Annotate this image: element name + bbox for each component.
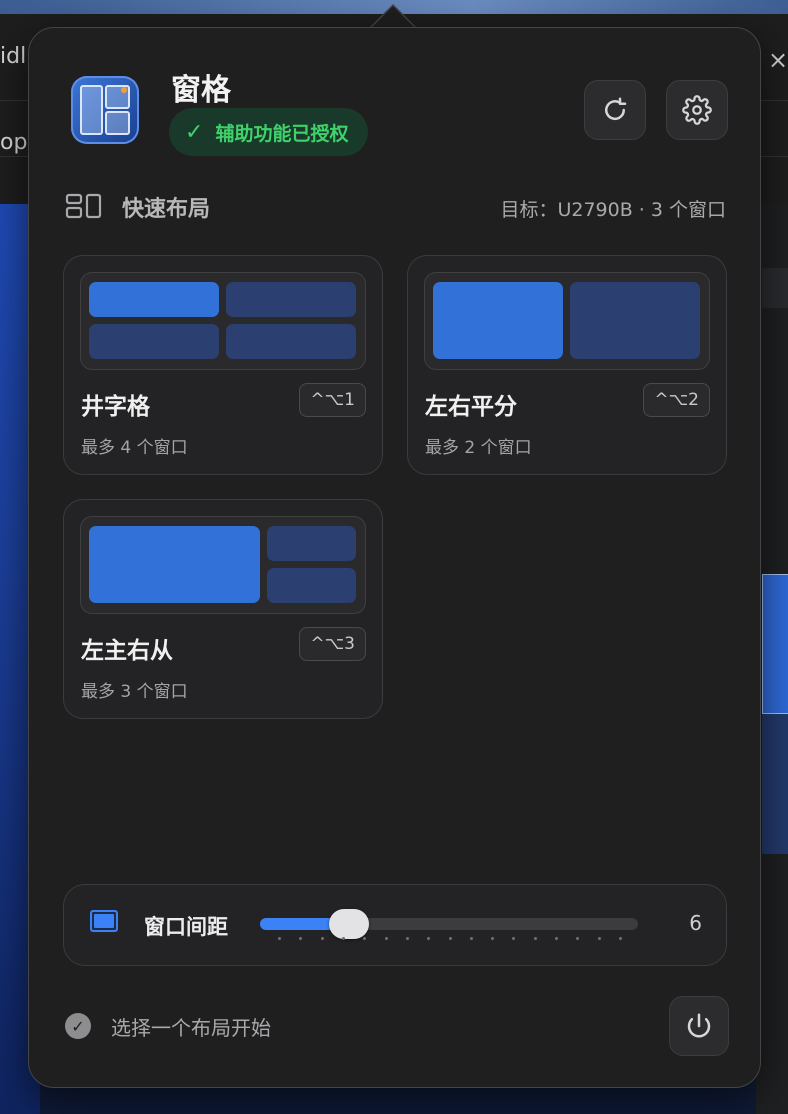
layout-card-subtitle: 最多 4 个窗口 [81, 438, 188, 458]
gear-icon [682, 95, 712, 125]
app-icon [71, 76, 139, 144]
slider-tick [533, 937, 537, 940]
popover-caret [371, 6, 415, 28]
refresh-icon [605, 97, 627, 121]
layout-card-name: 左右平分 [425, 394, 517, 420]
footer-hint: 选择一个布局开始 [111, 1016, 271, 1040]
check-circle-icon: ✓ [65, 1013, 91, 1039]
slider-tick [597, 937, 601, 940]
check-icon: ✓ [185, 119, 204, 145]
window-gap-icon [90, 910, 118, 932]
auth-status-text: 辅助功能已授权 [215, 122, 349, 145]
slider-tick [491, 937, 495, 940]
background-close-icon[interactable]: × [768, 46, 788, 74]
power-button[interactable] [669, 996, 729, 1056]
auth-status-badge: ✓ 辅助功能已授权 [169, 108, 369, 156]
slider-tick [512, 937, 516, 940]
shortcut-badge: ^⌥2 [643, 383, 710, 417]
layout-card-subtitle: 最多 2 个窗口 [425, 438, 532, 458]
slider-tick [469, 937, 473, 940]
slider-tick [278, 937, 281, 940]
slider-tick [363, 937, 367, 940]
layout-preview [424, 272, 710, 370]
slider-tick [576, 937, 580, 940]
shortcut-badge: ^⌥1 [299, 383, 366, 417]
layout-preview [80, 272, 366, 370]
layout-card-grid[interactable]: 井字格 ^⌥1 最多 4 个窗口 [63, 255, 383, 475]
shortcut-badge: ^⌥3 [299, 627, 366, 661]
target-display-info: 目标：U2790B · 3 个窗口 [500, 199, 726, 221]
slider-tick [555, 937, 559, 940]
slider-ticks [278, 937, 622, 941]
slider-tick [320, 937, 324, 940]
slider-tick [405, 937, 409, 940]
window-gap-panel: 窗口间距 6 [63, 884, 727, 966]
quick-layout-title: 快速布局 [122, 197, 211, 222]
layout-icon [65, 193, 102, 219]
power-icon [687, 1013, 711, 1038]
refresh-button[interactable] [584, 80, 646, 140]
slider-tick [448, 937, 452, 940]
layout-card-subtitle: 最多 3 个窗口 [81, 682, 188, 702]
slider-tick [619, 937, 622, 940]
window-gap-slider[interactable] [260, 909, 638, 939]
window-gap-label: 窗口间距 [144, 915, 228, 939]
settings-button[interactable] [666, 80, 728, 140]
slider-knob[interactable] [329, 909, 370, 939]
window-gap-value: 6 [689, 911, 702, 935]
slider-tick [341, 937, 345, 940]
layout-card-name: 左主右从 [81, 638, 173, 664]
layout-card-split[interactable]: 左右平分 ^⌥2 最多 2 个窗口 [407, 255, 727, 475]
slider-tick [384, 937, 388, 940]
layout-card-name: 井字格 [81, 394, 150, 420]
slider-tick [299, 937, 303, 940]
popover-panel: 窗格 ✓ 辅助功能已授权 快速布局 目标：U2790B · 3 个窗口 井字格 … [28, 27, 761, 1088]
background-text: idl [0, 44, 27, 69]
layout-card-main-stack[interactable]: 左主右从 ^⌥3 最多 3 个窗口 [63, 499, 383, 719]
slider-tick [427, 937, 431, 940]
layout-preview [80, 516, 366, 614]
app-title: 窗格 [171, 73, 231, 108]
